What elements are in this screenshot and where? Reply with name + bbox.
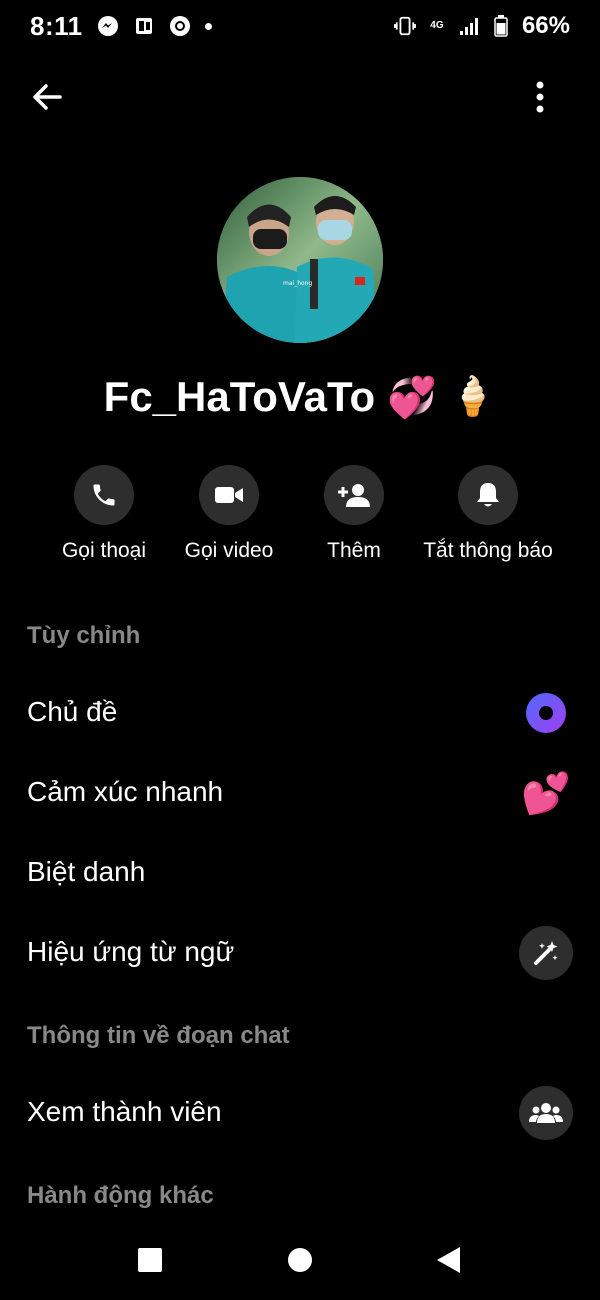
home-button[interactable] [285,1245,315,1275]
two-hearts-emoji: 💕 [521,771,571,816]
dot-icon [204,22,212,30]
other-actions-section-header: Hành động khác [27,1182,214,1209]
word-effects-row[interactable]: Hiệu ứng từ ngữ [0,922,600,982]
mute-notifications-label: Tắt thông báo [423,539,553,562]
back-button[interactable] [28,78,66,116]
avatar-photo: mai_hong [217,177,383,343]
battery-icon [490,15,512,37]
top-app-bar [0,72,600,122]
network-label: 4G [430,20,444,31]
conversation-name: Fc_HaToVaTo [103,373,376,420]
ice-cream-emoji-icon: 🍦 [449,376,497,418]
system-nav-bar [0,1225,600,1295]
outlook-icon [133,15,155,37]
chat-info-section-header: Thông tin về đoạn chat [27,1022,290,1049]
group-avatar[interactable]: mai_hong [217,177,383,343]
recents-button[interactable] [135,1245,165,1275]
view-members-row[interactable]: Xem thành viên [0,1082,600,1142]
two-hearts-emoji-icon: 💞 [387,375,437,420]
add-member-button[interactable] [324,465,384,525]
add-person-icon [338,484,370,507]
nickname-row[interactable]: Biệt danh [0,842,600,902]
signal-icon [458,15,480,37]
status-bar-right: 4G 66% [393,12,570,40]
theme-icon [519,686,573,740]
add-member-action[interactable]: Thêm [322,465,386,563]
status-time: 8:11 [30,10,83,41]
nickname-label: Biệt danh [27,856,146,887]
avatar-watermark: mai_hong [283,280,312,287]
arrow-left-icon [33,84,62,110]
more-vertical-icon [536,81,544,113]
theme-row[interactable]: Chủ đề [0,682,600,742]
status-bar: 8:11 4G 66% [0,0,600,52]
video-call-action[interactable]: Gọi video [180,465,278,563]
audio-call-button[interactable] [74,465,134,525]
battery-percent: 66% [521,12,570,39]
word-effects-label: Hiệu ứng từ ngữ [27,936,235,967]
network-4g-icon: 4G [426,15,448,37]
conversation-name-row: Fc_HaToVaTo 💞 🍦 [0,362,600,432]
group-icon [519,1086,573,1140]
video-call-button[interactable] [199,465,259,525]
add-member-label: Thêm [327,539,381,562]
customize-section-header: Tùy chỉnh [27,622,141,649]
video-call-label: Gọi video [184,539,274,562]
home-circle-icon [288,1248,312,1272]
word-effects-button [519,926,573,980]
mute-notifications-button[interactable] [458,465,518,525]
phone-icon [93,484,115,506]
quick-reaction-label: Cảm xúc nhanh [27,776,224,807]
vibrate-icon [393,15,416,37]
messenger-icon [97,15,119,37]
bell-icon [477,483,499,507]
back-triangle-icon [437,1247,460,1273]
recents-square-icon [138,1248,162,1272]
nav-back-button[interactable] [433,1245,463,1275]
mute-notifications-action[interactable]: Tắt thông báo [416,465,560,563]
audio-call-label: Gọi thoại [61,539,147,562]
theme-label: Chủ đề [27,696,118,727]
view-members-label: Xem thành viên [27,1096,222,1127]
more-options-button[interactable] [522,78,558,116]
audio-call-action[interactable]: Gọi thoại [57,465,151,563]
quick-reaction-row[interactable]: Cảm xúc nhanh 💕 [0,762,600,822]
magic-wand-icon [519,926,573,980]
chrome-icon [169,15,191,37]
view-members-button [519,1086,573,1140]
quick-actions: Gọi thoại Gọi video Thêm Tắt thông báo [0,465,600,575]
video-icon [215,487,243,503]
status-bar-left: 8:11 [30,11,212,42]
